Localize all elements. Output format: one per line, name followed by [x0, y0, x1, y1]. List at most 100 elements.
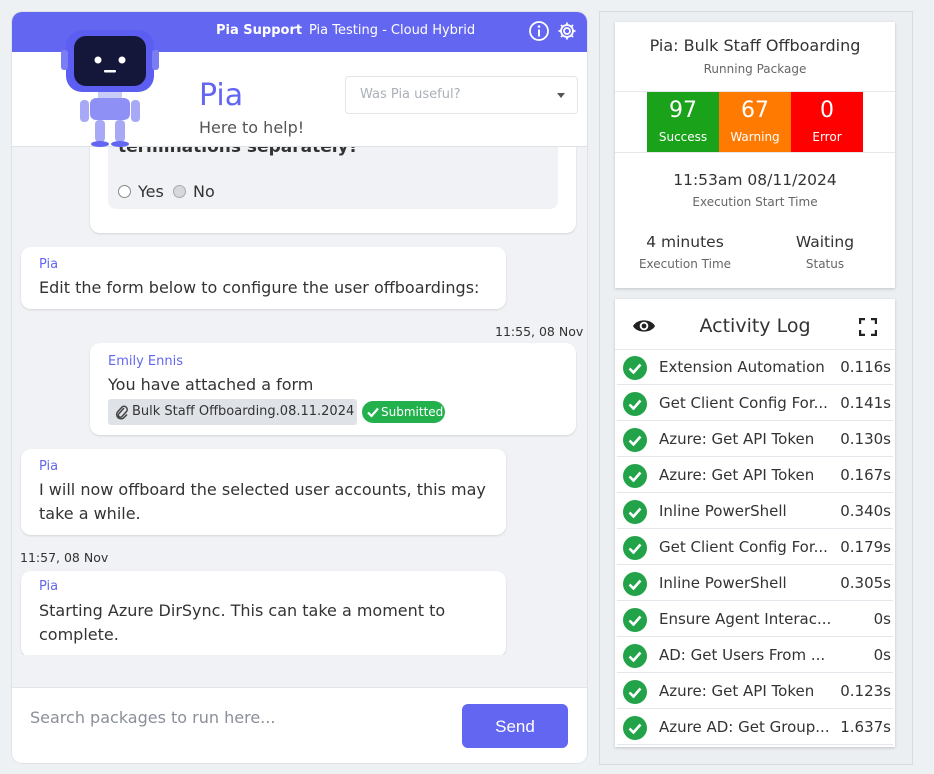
- check-circle-icon: [623, 500, 647, 524]
- error-count: 0: [820, 98, 834, 123]
- warning-stat: 67 Warning: [719, 92, 791, 152]
- message-sender: Emily Ennis: [108, 354, 184, 369]
- check-circle-icon: [623, 428, 647, 452]
- log-row[interactable]: Azure: Get API Token 0.123s: [617, 675, 893, 709]
- log-step-duration: 0s: [873, 610, 891, 628]
- log-row[interactable]: Azure: Get API Token 0.167s: [617, 459, 893, 493]
- chat-panel: Pia Support Pia Testing - Cloud Hybrid P…: [12, 12, 587, 763]
- package-status-label: Status: [805, 257, 845, 271]
- log-row[interactable]: Azure: Get API Token 0.130s: [617, 423, 893, 457]
- check-circle-icon: [623, 536, 647, 560]
- log-step-duration: 0.340s: [840, 502, 891, 520]
- message-input-bar: Send: [12, 687, 587, 763]
- feedback-select-placeholder: Was Pia useful?: [360, 87, 461, 102]
- check-circle-icon: [623, 680, 647, 704]
- package-subtitle: Running Package: [703, 62, 807, 76]
- log-step-name: Azure: Get API Token: [659, 466, 815, 484]
- log-row[interactable]: Ensure Agent Interac... 0s: [617, 603, 893, 637]
- status-badge: Submitted: [362, 401, 445, 423]
- log-step-duration: 1.637s: [840, 718, 891, 736]
- assistant-title: Pia: [199, 78, 244, 113]
- package-title: Pia: Bulk Staff Offboarding: [649, 36, 861, 55]
- log-step-duration: 0.167s: [840, 466, 891, 484]
- robot-mascot-icon: [61, 30, 159, 147]
- check-circle-icon: [623, 644, 647, 668]
- check-circle-icon: [623, 392, 647, 416]
- log-row[interactable]: Get Client Config For... 0.141s: [617, 387, 893, 421]
- search-packages-input[interactable]: [28, 698, 452, 736]
- execution-start-time: 11:53am 08/11/2024: [673, 171, 837, 189]
- divider: [615, 152, 895, 153]
- log-step-duration: 0.123s: [840, 682, 891, 700]
- log-row[interactable]: Inline PowerShell 0.340s: [617, 495, 893, 529]
- message-text: You have attached a form: [108, 375, 314, 394]
- paperclip-icon: [115, 405, 128, 420]
- chat-header: Pia Here to help! Was Pia useful?: [12, 30, 587, 147]
- package-status-panel: Pia: Bulk Staff Offboarding Running Pack…: [599, 11, 913, 765]
- divider: [615, 349, 895, 350]
- status-badge-label: Submitted: [381, 405, 444, 419]
- log-step-duration: 0.305s: [840, 574, 891, 592]
- log-step-name: Ensure Agent Interac...: [659, 610, 832, 628]
- radio-no[interactable]: [173, 185, 186, 198]
- success-count: 97: [669, 98, 697, 123]
- message-bubble: Pia Starting Azure DirSync. This can tak…: [21, 571, 506, 655]
- tenant-name: Pia Testing - Cloud Hybrid: [309, 23, 476, 38]
- success-label: Success: [658, 130, 708, 144]
- check-circle-icon: [623, 464, 647, 488]
- warning-label: Warning: [730, 130, 780, 144]
- log-step-duration: 0.116s: [840, 358, 891, 376]
- send-button[interactable]: Send: [462, 704, 568, 748]
- message-text-line: take a while.: [39, 504, 141, 523]
- message-text-line: I will now offboard the selected user ac…: [39, 480, 486, 499]
- log-step-name: Extension Automation: [659, 358, 825, 376]
- check-circle-icon: [623, 716, 647, 740]
- execution-time-label: Execution Time: [638, 257, 732, 271]
- message-sender: Pia: [39, 459, 59, 474]
- package-status: Waiting: [795, 233, 855, 251]
- log-row[interactable]: Azure AD: Get Group... 1.637s: [617, 711, 893, 745]
- radio-yes-label: Yes: [138, 182, 164, 201]
- error-label: Error: [812, 130, 842, 144]
- gear-icon[interactable]: [556, 20, 578, 42]
- execution-time: 4 minutes: [646, 233, 724, 251]
- message-list[interactable]: terminations separately? Yes No Pia Edit…: [12, 147, 587, 655]
- log-step-name: Get Client Config For...: [659, 538, 828, 556]
- activity-log-card: Activity Log Extension Automation 0.116s G…: [615, 299, 895, 747]
- check-icon: [367, 407, 379, 418]
- message-text-line: complete.: [39, 625, 119, 644]
- activity-log-title: Activity Log: [699, 315, 811, 337]
- log-row[interactable]: Get Client Config For... 0.179s: [617, 531, 893, 565]
- log-step-duration: 0.179s: [840, 538, 891, 556]
- message-sender: Pia: [39, 579, 59, 594]
- log-step-name: Get Client Config For...: [659, 394, 828, 412]
- log-step-duration: 0.141s: [840, 394, 891, 412]
- assistant-subtitle: Here to help!: [199, 118, 305, 137]
- message-sender: Pia: [39, 257, 59, 272]
- running-package-card: Pia: Bulk Staff Offboarding Running Pack…: [615, 22, 895, 288]
- message-timestamp: 11:55, 08 Nov: [495, 324, 584, 339]
- log-step-name: Inline PowerShell: [659, 574, 787, 592]
- log-row[interactable]: Extension Automation 0.116s: [617, 351, 893, 385]
- feedback-select[interactable]: Was Pia useful?: [345, 76, 578, 114]
- message-text: Edit the form below to configure the use…: [39, 278, 480, 297]
- log-step-name: Inline PowerShell: [659, 502, 787, 520]
- check-circle-icon: [623, 572, 647, 596]
- log-step-name: Azure AD: Get Group...: [659, 718, 830, 736]
- log-step-name: Azure: Get API Token: [659, 430, 815, 448]
- attachment-name: Bulk Staff Offboarding.08.11.2024: [132, 404, 355, 419]
- info-icon[interactable]: [528, 20, 550, 42]
- attachment-chip[interactable]: Bulk Staff Offboarding.08.11.2024: [108, 399, 357, 425]
- radio-no-label: No: [193, 182, 215, 201]
- execution-start-time-label: Execution Start Time: [692, 195, 818, 209]
- app-name: Pia Support: [216, 23, 303, 38]
- log-row[interactable]: AD: Get Users From ... 0s: [617, 639, 893, 673]
- fullscreen-icon[interactable]: [859, 318, 877, 336]
- log-row[interactable]: Inline PowerShell 0.305s: [617, 567, 893, 601]
- message-text-line: Starting Azure DirSync. This can take a …: [39, 601, 446, 620]
- check-circle-icon: [623, 608, 647, 632]
- form-question-text: terminations separately?: [118, 147, 359, 157]
- radio-yes[interactable]: [118, 185, 131, 198]
- warning-count: 67: [741, 98, 769, 123]
- check-circle-icon: [623, 356, 647, 380]
